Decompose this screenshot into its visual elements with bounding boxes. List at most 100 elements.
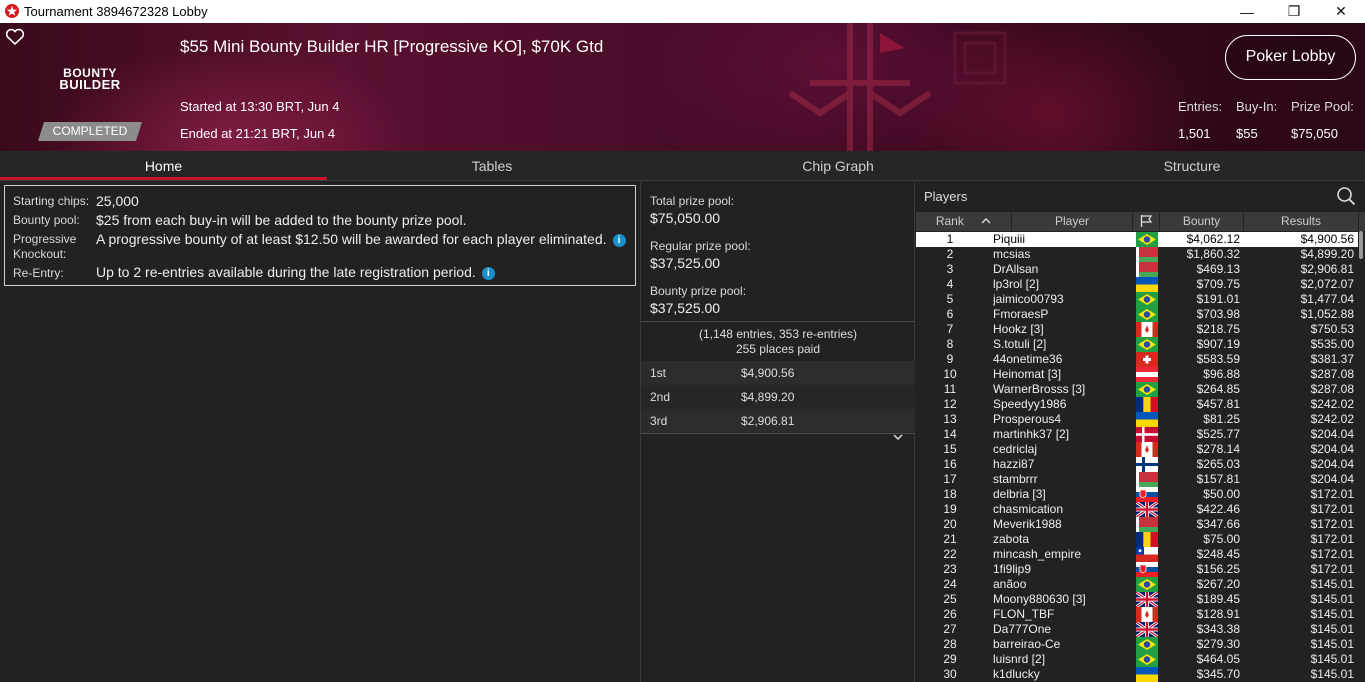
flag-chile-icon <box>1136 547 1158 562</box>
player-row[interactable]: 4 lp3rol [2] $709.75 $2,072.07 <box>916 277 1358 292</box>
col-flag-header[interactable] <box>1133 212 1160 231</box>
player-bounty: $218.75 <box>1196 322 1240 336</box>
payout-amount: $2,906.81 <box>741 414 795 428</box>
col-rank-label: Rank <box>935 214 964 228</box>
player-rank: 9 <box>946 352 954 366</box>
player-row[interactable]: 16 hazzi87 $265.03 $204.04 <box>916 457 1358 472</box>
col-player-header[interactable]: Player <box>1012 212 1133 231</box>
player-row[interactable]: 15 cedriclaj $278.14 $204.04 <box>916 442 1358 457</box>
player-row[interactable]: 1 Piquiii $4,062.12 $4,900.56 <box>916 232 1358 247</box>
info-icon[interactable]: i <box>612 234 626 247</box>
player-row[interactable]: 14 martinhk37 [2] $525.77 $204.04 <box>916 427 1358 442</box>
player-row[interactable]: 5 jaimico00793 $191.01 $1,477.04 <box>916 292 1358 307</box>
progressive-label-line2: Knockout: <box>13 247 67 261</box>
player-results: $204.04 <box>1310 472 1354 486</box>
tab-chip-graph[interactable]: Chip Graph <box>657 151 1019 181</box>
poker-lobby-button[interactable]: Poker Lobby <box>1225 35 1356 80</box>
player-row[interactable]: 27 Da777One $343.38 $145.01 <box>916 622 1358 637</box>
player-row[interactable]: 10 Heinomat [3] $96.88 $287.08 <box>916 367 1358 382</box>
player-row[interactable]: 18 delbria [3] $50.00 $172.01 <box>916 487 1358 502</box>
close-button[interactable]: ✕ <box>1318 0 1364 23</box>
player-name: martinhk37 [2] <box>993 427 1070 441</box>
flag-brazil-icon <box>1136 337 1158 352</box>
tab-structure[interactable]: Structure <box>1019 151 1365 181</box>
player-row[interactable]: 28 barreirao-Ce $279.30 $145.01 <box>916 637 1358 652</box>
col-bounty-header[interactable]: Bounty <box>1160 212 1244 231</box>
player-row[interactable]: 7 Hookz [3] $218.75 $750.53 <box>916 322 1358 337</box>
player-results: $172.01 <box>1310 562 1354 576</box>
scrollbar-thumb[interactable] <box>1359 231 1363 259</box>
flag-belarus-icon <box>1136 472 1158 487</box>
player-row[interactable]: 30 k1dlucky $345.70 $145.01 <box>916 667 1358 682</box>
flag-slovakia-icon <box>1136 487 1158 502</box>
player-name: DrAllsan <box>993 262 1039 276</box>
total-prize-label: Total prize pool: <box>650 194 735 208</box>
maximize-button[interactable]: ❐ <box>1271 0 1317 23</box>
player-row[interactable]: 3 DrAllsan $469.13 $2,906.81 <box>916 262 1358 277</box>
player-rank: 8 <box>946 337 954 351</box>
status-badge: COMPLETED <box>38 122 142 141</box>
player-row[interactable]: 26 FLON_TBF $128.91 $145.01 <box>916 607 1358 622</box>
player-row[interactable]: 11 WarnerBrosss [3] $264.85 $287.08 <box>916 382 1358 397</box>
player-bounty: $907.19 <box>1196 337 1240 351</box>
logo-line-2: BUILDER <box>59 77 121 92</box>
total-prize-value: $75,050.00 <box>650 210 721 226</box>
player-results: $172.01 <box>1310 487 1354 501</box>
payout-place: 1st <box>650 366 667 380</box>
player-row[interactable]: 29 luisnrd [2] $464.05 $145.01 <box>916 652 1358 667</box>
player-rank: 27 <box>943 622 957 636</box>
flag-belarus-icon <box>1136 262 1158 277</box>
player-results: $172.01 <box>1310 547 1354 561</box>
payout-amount: $4,900.56 <box>741 366 795 380</box>
flag-belarus-icon <box>1136 247 1158 262</box>
player-row[interactable]: 22 mincash_empire $248.45 $172.01 <box>916 547 1358 562</box>
player-rank: 28 <box>943 637 957 651</box>
player-row[interactable]: 17 stambrrr $157.81 $204.04 <box>916 472 1358 487</box>
player-name: delbria [3] <box>993 487 1046 501</box>
search-icon[interactable] <box>1336 186 1356 206</box>
player-bounty: $469.13 <box>1196 262 1240 276</box>
prize-pool-panel: Total prize pool: $75,050.00 Regular pri… <box>640 182 915 682</box>
player-results: $145.01 <box>1310 622 1354 636</box>
player-bounty: $191.01 <box>1196 292 1240 306</box>
entries-note: (1,148 entries, 353 re-entries) <box>698 327 858 341</box>
tab-tables[interactable]: Tables <box>327 151 657 181</box>
entries-summary: (1,148 entries, 353 re-entries) 255 plac… <box>641 327 915 357</box>
flag-canada-icon <box>1136 322 1158 337</box>
player-rank: 20 <box>943 517 957 531</box>
player-name: FmoraesP <box>993 307 1049 321</box>
players-title: Players <box>924 189 968 204</box>
player-row[interactable]: 13 Prosperous4 $81.25 $242.02 <box>916 412 1358 427</box>
player-bounty: $50.00 <box>1203 487 1240 501</box>
player-bounty: $156.25 <box>1196 562 1240 576</box>
window-titlebar: Tournament 3894672328 Lobby — ❐ ✕ <box>0 0 1365 23</box>
player-name: jaimico00793 <box>993 292 1064 306</box>
player-bounty: $265.03 <box>1196 457 1240 471</box>
player-results: $2,072.07 <box>1300 277 1354 291</box>
player-row[interactable]: 9 44onetime36 $583.59 $381.37 <box>916 352 1358 367</box>
player-row[interactable]: 8 S.totuli [2] $907.19 $535.00 <box>916 337 1358 352</box>
player-bounty: $464.05 <box>1196 652 1240 666</box>
player-bounty: $345.70 <box>1196 667 1240 681</box>
player-row[interactable]: 25 Moony880630 [3] $189.45 $145.01 <box>916 592 1358 607</box>
player-row[interactable]: 23 1fi9lip9 $156.25 $172.01 <box>916 562 1358 577</box>
player-results: $381.37 <box>1310 352 1354 366</box>
favorite-heart-icon[interactable] <box>5 28 25 46</box>
player-bounty: $279.30 <box>1196 637 1240 651</box>
player-rank: 15 <box>943 442 957 456</box>
player-results: $535.00 <box>1310 337 1354 351</box>
minimize-button[interactable]: — <box>1224 0 1270 23</box>
player-row[interactable]: 24 anãoo $267.20 $145.01 <box>916 577 1358 592</box>
player-row[interactable]: 19 chasmication $422.46 $172.01 <box>916 502 1358 517</box>
player-row[interactable]: 6 FmoraesP $703.98 $1,052.88 <box>916 307 1358 322</box>
col-rank-header[interactable]: Rank <box>916 212 1012 231</box>
player-name: Piquiii <box>993 232 1026 246</box>
player-row[interactable]: 20 Meverik1988 $347.66 $172.01 <box>916 517 1358 532</box>
player-row[interactable]: 2 mcsias $1,860.32 $4,899.20 <box>916 247 1358 262</box>
info-icon[interactable]: i <box>481 267 495 280</box>
chevron-down-icon[interactable] <box>892 433 904 441</box>
col-results-header[interactable]: Results <box>1244 212 1359 231</box>
player-row[interactable]: 12 Speedyy1986 $457.81 $242.02 <box>916 397 1358 412</box>
player-row[interactable]: 21 zabota $75.00 $172.01 <box>916 532 1358 547</box>
player-rank: 4 <box>946 277 954 291</box>
